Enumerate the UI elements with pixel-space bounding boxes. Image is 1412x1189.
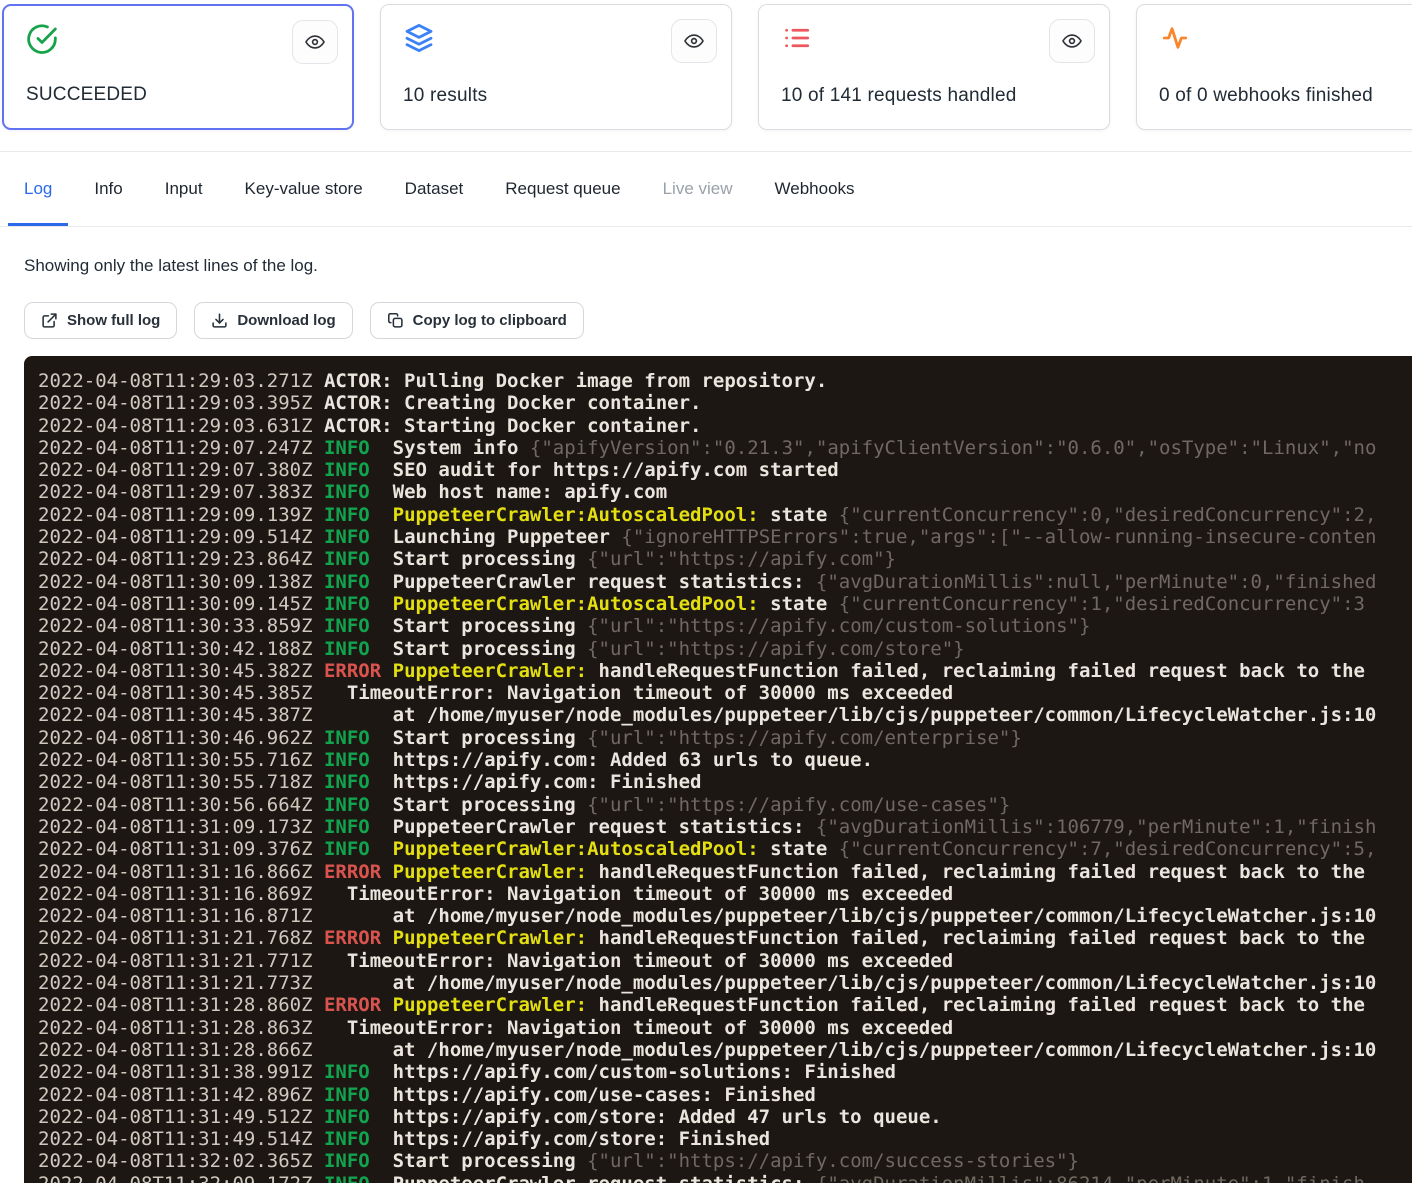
log-line: 2022-04-08T11:30:55.716Z INFO https://ap… <box>38 749 1412 771</box>
log-line: 2022-04-08T11:31:09.173Z INFO PuppeteerC… <box>38 816 1412 838</box>
tab-info[interactable]: Info <box>78 152 138 226</box>
show-full-log-button[interactable]: Show full log <box>24 302 177 339</box>
results-card: 10 results <box>380 4 732 130</box>
download-log-label: Download log <box>237 312 335 329</box>
log-line: 2022-04-08T11:30:33.859Z INFO Start proc… <box>38 615 1412 637</box>
tab-live-view: Live view <box>647 152 749 226</box>
pulse-icon <box>1159 22 1191 54</box>
log-line: 2022-04-08T11:29:07.380Z INFO SEO audit … <box>38 459 1412 481</box>
log-line: 2022-04-08T11:31:21.768Z ERROR Puppeteer… <box>38 927 1412 949</box>
results-count-label: 10 results <box>403 85 487 107</box>
tab-input[interactable]: Input <box>149 152 219 226</box>
log-line: 2022-04-08T11:31:09.376Z INFO PuppeteerC… <box>38 838 1412 860</box>
eye-icon <box>304 31 326 53</box>
log-line: 2022-04-08T11:29:09.514Z INFO Launching … <box>38 526 1412 548</box>
view-requests-button[interactable] <box>1049 19 1095 63</box>
log-line: 2022-04-08T11:31:38.991Z INFO https://ap… <box>38 1061 1412 1083</box>
eye-icon <box>683 30 705 52</box>
log-line: 2022-04-08T11:29:23.864Z INFO Start proc… <box>38 548 1412 570</box>
log-line: 2022-04-08T11:30:09.138Z INFO PuppeteerC… <box>38 571 1412 593</box>
log-line: 2022-04-08T11:30:45.382Z ERROR Puppeteer… <box>38 660 1412 682</box>
log-line: 2022-04-08T11:31:16.869Z TimeoutError: N… <box>38 883 1412 905</box>
log-line: 2022-04-08T11:31:42.896Z INFO https://ap… <box>38 1084 1412 1106</box>
status-cards-row: SUCCEEDED 10 results 10 of 141 requests … <box>0 0 1412 130</box>
requests-card: 10 of 141 requests handled <box>758 4 1110 130</box>
log-line: 2022-04-08T11:30:45.385Z TimeoutError: N… <box>38 682 1412 704</box>
tab-dataset[interactable]: Dataset <box>389 152 480 226</box>
log-line: 2022-04-08T11:30:46.962Z INFO Start proc… <box>38 727 1412 749</box>
view-status-button[interactable] <box>292 20 338 64</box>
download-log-button[interactable]: Download log <box>194 302 352 339</box>
log-line: 2022-04-08T11:30:45.387Z at /home/myuser… <box>38 704 1412 726</box>
copy-icon <box>387 312 404 329</box>
log-note: Showing only the latest lines of the log… <box>24 256 1412 276</box>
log-line: 2022-04-08T11:30:42.188Z INFO Start proc… <box>38 638 1412 660</box>
list-icon <box>781 22 813 54</box>
eye-icon <box>1061 30 1083 52</box>
log-line: 2022-04-08T11:31:16.866Z ERROR Puppeteer… <box>38 861 1412 883</box>
view-results-button[interactable] <box>671 19 717 63</box>
run-status-label: SUCCEEDED <box>26 84 147 106</box>
run-detail-tabs: Log Info Input Key-value store Dataset R… <box>0 151 1412 227</box>
tab-key-value-store[interactable]: Key-value store <box>229 152 379 226</box>
log-line: 2022-04-08T11:30:55.718Z INFO https://ap… <box>38 771 1412 793</box>
log-line: 2022-04-08T11:32:02.365Z INFO Start proc… <box>38 1150 1412 1172</box>
log-line: 2022-04-08T11:31:28.866Z at /home/myuser… <box>38 1039 1412 1061</box>
show-full-log-label: Show full log <box>67 312 160 329</box>
check-circle-icon <box>26 23 58 55</box>
run-status-card: SUCCEEDED <box>2 4 354 130</box>
log-line: 2022-04-08T11:31:49.514Z INFO https://ap… <box>38 1128 1412 1150</box>
log-line: 2022-04-08T11:31:16.871Z at /home/myuser… <box>38 905 1412 927</box>
requests-handled-label: 10 of 141 requests handled <box>781 85 1017 107</box>
external-link-icon <box>41 312 58 329</box>
log-line: 2022-04-08T11:29:03.631Z ACTOR: Starting… <box>38 415 1412 437</box>
log-line: 2022-04-08T11:32:09.172Z INFO PuppeteerC… <box>38 1173 1412 1183</box>
log-actions: Show full log Download log Copy log to c… <box>24 302 1412 339</box>
log-line: 2022-04-08T11:31:49.512Z INFO https://ap… <box>38 1106 1412 1128</box>
tab-webhooks[interactable]: Webhooks <box>759 152 871 226</box>
log-output: 2022-04-08T11:29:03.271Z ACTOR: Pulling … <box>24 356 1412 1183</box>
log-line: 2022-04-08T11:30:09.145Z INFO PuppeteerC… <box>38 593 1412 615</box>
log-line: 2022-04-08T11:31:21.773Z at /home/myuser… <box>38 972 1412 994</box>
log-line: 2022-04-08T11:31:21.771Z TimeoutError: N… <box>38 950 1412 972</box>
copy-log-button[interactable]: Copy log to clipboard <box>370 302 584 339</box>
tab-request-queue[interactable]: Request queue <box>489 152 636 226</box>
log-line: 2022-04-08T11:30:56.664Z INFO Start proc… <box>38 794 1412 816</box>
webhooks-finished-label: 0 of 0 webhooks finished <box>1159 85 1373 107</box>
log-line: 2022-04-08T11:31:28.860Z ERROR Puppeteer… <box>38 994 1412 1016</box>
log-line: 2022-04-08T11:29:07.383Z INFO Web host n… <box>38 481 1412 503</box>
webhooks-card: 0 of 0 webhooks finished <box>1136 4 1412 130</box>
log-line: 2022-04-08T11:29:09.139Z INFO PuppeteerC… <box>38 504 1412 526</box>
copy-log-label: Copy log to clipboard <box>413 312 567 329</box>
log-line: 2022-04-08T11:29:07.247Z INFO System inf… <box>38 437 1412 459</box>
log-line: 2022-04-08T11:29:03.395Z ACTOR: Creating… <box>38 392 1412 414</box>
download-icon <box>211 312 228 329</box>
tab-log[interactable]: Log <box>8 152 68 226</box>
log-line: 2022-04-08T11:29:03.271Z ACTOR: Pulling … <box>38 370 1412 392</box>
log-line: 2022-04-08T11:31:28.863Z TimeoutError: N… <box>38 1017 1412 1039</box>
layers-icon <box>403 22 435 54</box>
